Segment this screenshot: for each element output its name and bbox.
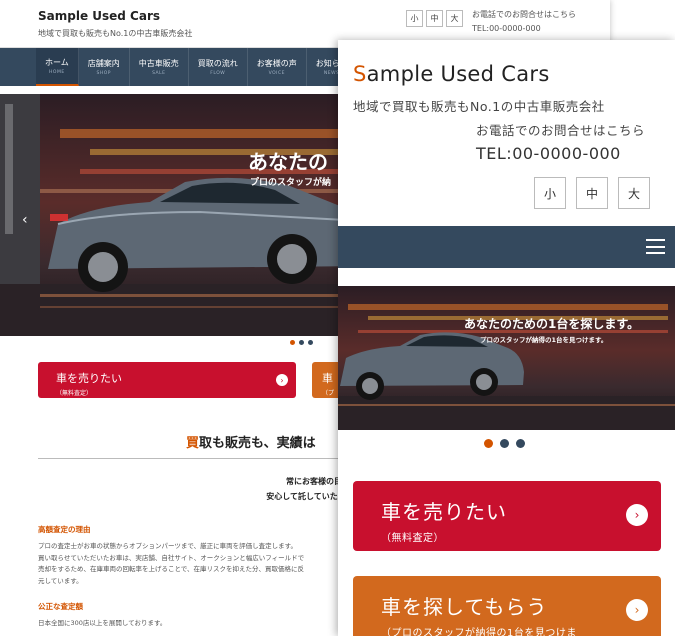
site-subtitle: 地域で買取も販売もNo.1の中古車販売会社 bbox=[38, 29, 193, 38]
slider-dot[interactable] bbox=[308, 340, 313, 345]
slider-dots bbox=[290, 340, 313, 345]
section-body-fair-price: 日本全国に300店以上を展開しております。 bbox=[38, 619, 167, 627]
nav-item-voice[interactable]: お客様の声 VOICE bbox=[248, 48, 307, 86]
mobile-contact-tel[interactable]: TEL:00-0000-000 bbox=[476, 144, 621, 163]
screenshot-stage: Sample Used Cars 地域で買取も販売もNo.1の中古車販売会社 小… bbox=[0, 0, 675, 636]
nav-item-shop[interactable]: 店舗案内 SHOP bbox=[79, 48, 130, 86]
mobile-hero-slider[interactable]: あなたのための1台を探します。 プロのスタッフが納得の1台を見つけます。 bbox=[338, 286, 675, 430]
font-size-medium-button[interactable]: 中 bbox=[576, 177, 608, 209]
font-size-small-button[interactable]: 小 bbox=[534, 177, 566, 209]
contact-label: お電話でのお問合せはこちら bbox=[472, 10, 576, 19]
mobile-font-size-switcher: 小 中 大 bbox=[534, 177, 650, 209]
arrow-right-icon: › bbox=[626, 504, 648, 526]
mobile-hero-headline: あなたのための1台を探します。 bbox=[464, 316, 639, 331]
mobile-hero-subtext: プロのスタッフが納得の1台を見つけます。 bbox=[480, 335, 607, 344]
mobile-site-title[interactable]: Sample Used Cars bbox=[353, 62, 550, 86]
font-size-large-button[interactable]: 大 bbox=[618, 177, 650, 209]
sell-car-label: 車を売りたい bbox=[56, 372, 122, 385]
section-heading: 買取も販売も、実績は bbox=[186, 436, 316, 451]
slider-dot[interactable] bbox=[290, 340, 295, 345]
section-title-high-price: 高額査定の理由 bbox=[38, 525, 91, 534]
chevron-left-icon[interactable]: ‹ bbox=[22, 212, 28, 228]
mobile-site-subtitle: 地域で買取も販売もNo.1の中古車販売会社 bbox=[353, 99, 605, 114]
heading-divider bbox=[38, 458, 358, 459]
mobile-contact-label: お電話でのお問合せはこちら bbox=[476, 123, 646, 138]
site-title[interactable]: Sample Used Cars bbox=[38, 9, 160, 23]
arrow-right-icon: › bbox=[626, 599, 648, 621]
nav-item-flow[interactable]: 買取の流れ FLOW bbox=[189, 48, 248, 86]
font-size-large-button[interactable]: 大 bbox=[446, 10, 463, 27]
slider-dot[interactable] bbox=[299, 340, 304, 345]
find-car-note: （プロのスタッフが納得の1台を見つけま bbox=[381, 628, 577, 636]
font-size-switcher: 小 中 大 bbox=[406, 10, 463, 27]
hero-headline: あなたの bbox=[248, 150, 328, 174]
sell-car-button[interactable]: 車を売りたい （無料査定） › bbox=[38, 362, 296, 398]
slider-dot[interactable] bbox=[484, 439, 493, 448]
slider-dot[interactable] bbox=[516, 439, 525, 448]
mobile-preview: Sample Used Cars 地域で買取も販売もNo.1の中古車販売会社 お… bbox=[338, 40, 675, 636]
font-size-small-button[interactable]: 小 bbox=[406, 10, 423, 27]
section-body-high-price: プロの査定士がお車の状態からオプションパーツまで、厳正に車両を評価し査定します。… bbox=[38, 542, 305, 585]
hero-subtext: プロのスタッフが納 bbox=[250, 176, 331, 188]
mobile-sell-car-button[interactable]: 車を売りたい （無料査定） › bbox=[353, 481, 661, 551]
font-size-medium-button[interactable]: 中 bbox=[426, 10, 443, 27]
sell-car-label: 車を売りたい bbox=[381, 500, 507, 524]
find-car-label: 車を探してもらう bbox=[381, 595, 548, 619]
section-title-fair-price: 公正な査定額 bbox=[38, 602, 83, 611]
sell-car-note: （無料査定） bbox=[381, 533, 444, 544]
mobile-nav-bar bbox=[338, 226, 675, 268]
mobile-slider-dots bbox=[484, 439, 525, 448]
slider-dot[interactable] bbox=[500, 439, 509, 448]
contact-tel[interactable]: TEL:00-0000-000 bbox=[472, 22, 576, 36]
arrow-right-icon: › bbox=[276, 374, 288, 386]
mobile-find-car-button[interactable]: 車を探してもらう （プロのスタッフが納得の1台を見つけま › bbox=[353, 576, 661, 636]
nav-item-home[interactable]: ホーム HOME bbox=[36, 48, 79, 86]
sell-car-note: （無料査定） bbox=[56, 390, 93, 397]
contact-info: お電話でのお問合せはこちら TEL:00-0000-000 bbox=[472, 8, 576, 36]
nav-item-sale[interactable]: 中古車販売 SALE bbox=[130, 48, 189, 86]
mobile-hero-car-image: あなたのための1台を探します。 プロのスタッフが納得の1台を見つけます。 bbox=[338, 286, 675, 430]
hamburger-menu-icon[interactable] bbox=[646, 239, 665, 254]
